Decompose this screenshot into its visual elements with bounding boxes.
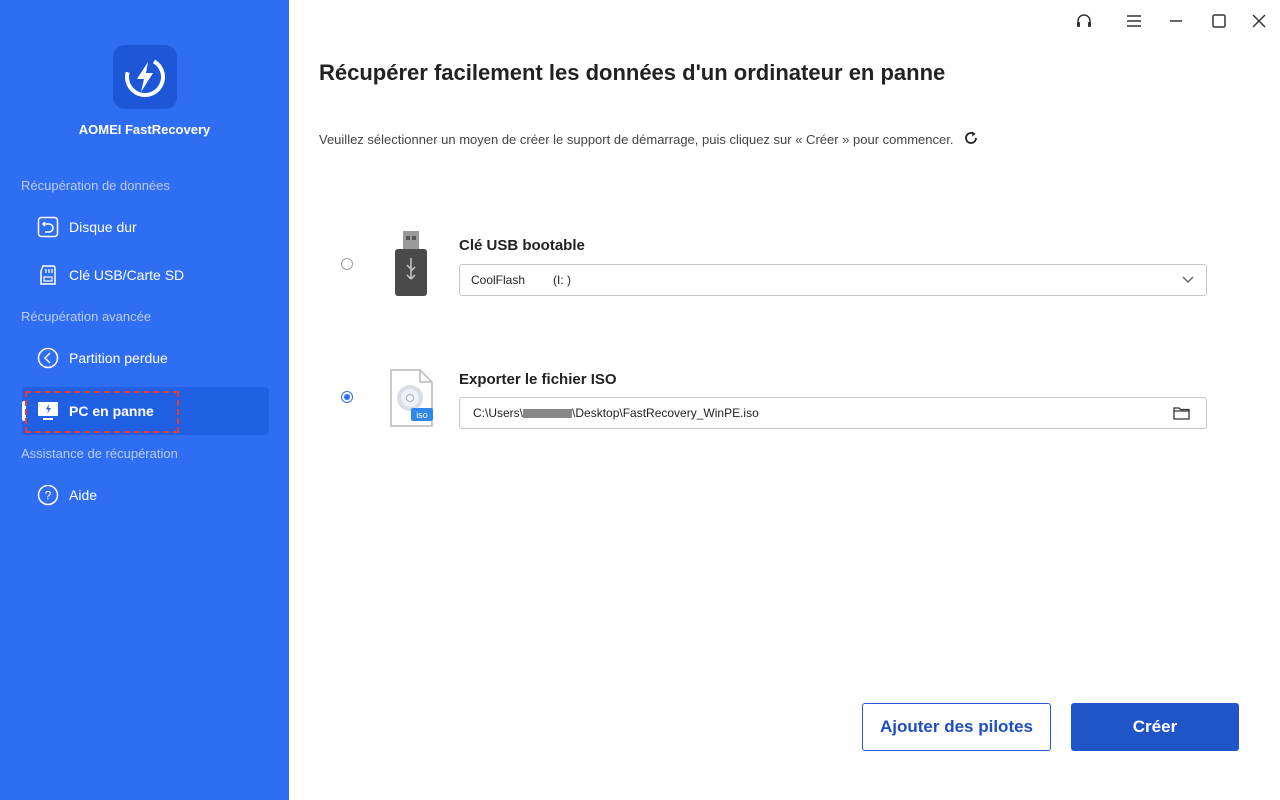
page-subtitle: Veuillez sélectionner un moyen de créer … xyxy=(319,130,979,149)
add-drivers-button[interactable]: Ajouter des pilotes xyxy=(862,703,1051,751)
crashed-pc-icon xyxy=(36,399,60,423)
sidebar-item-partition-perdue[interactable]: Partition perdue xyxy=(22,334,269,382)
app-name: AOMEI FastRecovery xyxy=(78,122,211,137)
sidebar-item-label: Aide xyxy=(69,487,98,503)
active-indicator xyxy=(22,401,26,421)
partition-icon xyxy=(36,346,60,370)
redacted-username xyxy=(523,409,573,418)
usb-device-select[interactable]: CoolFlash (I: ) xyxy=(459,264,1207,296)
sidebar-item-label: Clé USB/Carte SD xyxy=(69,267,185,283)
sidebar-item-pc-en-panne[interactable]: PC en panne xyxy=(22,387,269,435)
iso-option-title: Exporter le fichier ISO xyxy=(459,371,617,388)
headset-icon[interactable] xyxy=(1070,8,1098,34)
minimize-icon[interactable] xyxy=(1162,8,1190,34)
close-icon[interactable] xyxy=(1245,8,1273,34)
maximize-icon[interactable] xyxy=(1205,8,1233,34)
create-button[interactable]: Créer xyxy=(1071,703,1239,751)
section-data-recovery: Récupération de données xyxy=(21,178,170,193)
sidebar-item-label: Partition perdue xyxy=(69,350,168,366)
sidebar-item-label: PC en panne xyxy=(69,403,154,419)
usb-device-name: CoolFlash xyxy=(471,273,526,287)
iso-option-radio[interactable] xyxy=(341,391,353,403)
section-recovery-assistance: Assistance de récupération xyxy=(21,446,178,461)
sidebar-item-aide[interactable]: ? Aide xyxy=(22,471,269,519)
refresh-icon[interactable] xyxy=(963,130,979,149)
sidebar: AOMEI FastRecovery Récupération de donné… xyxy=(0,0,289,800)
sidebar-item-label: Disque dur xyxy=(69,219,137,235)
iso-path-field[interactable]: C:\Users\ \Desktop\FastRecovery_WinPE.is… xyxy=(459,397,1207,429)
subtitle-text: Veuillez sélectionner un moyen de créer … xyxy=(319,132,954,147)
restore-icon xyxy=(36,215,60,239)
iso-badge-text: iso xyxy=(416,410,428,420)
usb-device-drive: (I: ) xyxy=(553,273,572,287)
sidebar-item-disque-dur[interactable]: Disque dur xyxy=(22,203,269,251)
usb-drive-icon xyxy=(394,231,428,302)
page-title: Récupérer facilement les données d'un or… xyxy=(319,60,946,85)
section-advanced-recovery: Récupération avancée xyxy=(21,309,152,324)
sd-card-icon xyxy=(36,263,60,287)
svg-text:?: ? xyxy=(45,489,52,503)
help-icon: ? xyxy=(36,483,60,507)
usb-option-title: Clé USB bootable xyxy=(459,237,585,254)
iso-path-prefix: C:\Users\ xyxy=(473,406,524,420)
usb-option-radio[interactable] xyxy=(341,258,353,270)
iso-path-suffix: \Desktop\FastRecovery_WinPE.iso xyxy=(572,406,759,420)
chevron-down-icon xyxy=(1182,276,1194,284)
iso-file-icon: iso xyxy=(389,368,435,433)
sidebar-item-usb-sd[interactable]: Clé USB/Carte SD xyxy=(22,251,269,299)
menu-icon[interactable] xyxy=(1120,8,1148,34)
app-logo xyxy=(113,45,177,109)
folder-icon[interactable] xyxy=(1173,406,1190,420)
